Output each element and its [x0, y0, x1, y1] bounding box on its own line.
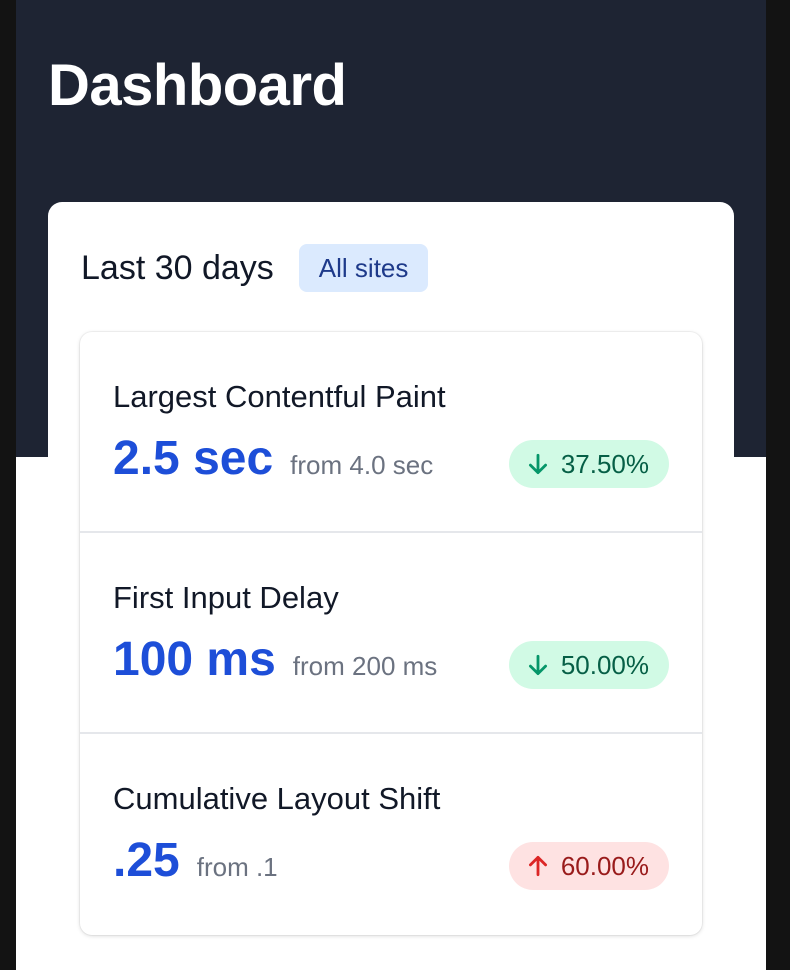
stat-name: First Input Delay	[113, 580, 339, 615]
period-title: Last 30 days	[81, 249, 274, 287]
panel-heading: Last 30 days All sites	[81, 244, 429, 292]
stat-previous-value: from 200 ms	[292, 651, 438, 681]
stat-name: Largest Contentful Paint	[113, 379, 446, 414]
stat-value-line: .25 from .1	[113, 832, 278, 890]
stats-panel: Last 30 days All sites Largest Contentfu…	[48, 202, 734, 970]
change-percent: 50.00%	[560, 649, 649, 680]
stat-previous-value: from .1	[196, 852, 278, 882]
stat-previous-value: from 4.0 sec	[290, 450, 434, 480]
stat-row-cls: Cumulative Layout Shift .25 from .1 60.0…	[80, 734, 702, 935]
stat-row-lcp: Largest Contentful Paint 2.5 sec from 4.…	[80, 332, 702, 533]
change-badge: 37.50%	[508, 440, 669, 488]
arrow-down-icon	[525, 652, 551, 678]
stat-value: .25	[113, 834, 180, 887]
arrow-up-icon	[525, 853, 551, 879]
stat-row-fid: First Input Delay 100 ms from 200 ms 50.…	[80, 533, 702, 734]
arrow-down-icon	[525, 451, 551, 477]
page: Dashboard Last 30 days All sites Largest…	[16, 0, 766, 970]
stats-card: Largest Contentful Paint 2.5 sec from 4.…	[80, 332, 702, 935]
change-percent: 60.00%	[560, 850, 649, 881]
stat-value: 100 ms	[113, 633, 276, 686]
scope-badge[interactable]: All sites	[298, 244, 429, 292]
stat-value-line: 2.5 sec from 4.0 sec	[113, 430, 433, 488]
page-title: Dashboard	[48, 53, 347, 118]
change-badge: 50.00%	[508, 641, 669, 689]
stat-value-line: 100 ms from 200 ms	[113, 631, 437, 689]
stat-name: Cumulative Layout Shift	[113, 781, 441, 816]
stat-value: 2.5 sec	[113, 432, 274, 485]
change-percent: 37.50%	[560, 448, 649, 479]
change-badge: 60.00%	[508, 842, 669, 890]
